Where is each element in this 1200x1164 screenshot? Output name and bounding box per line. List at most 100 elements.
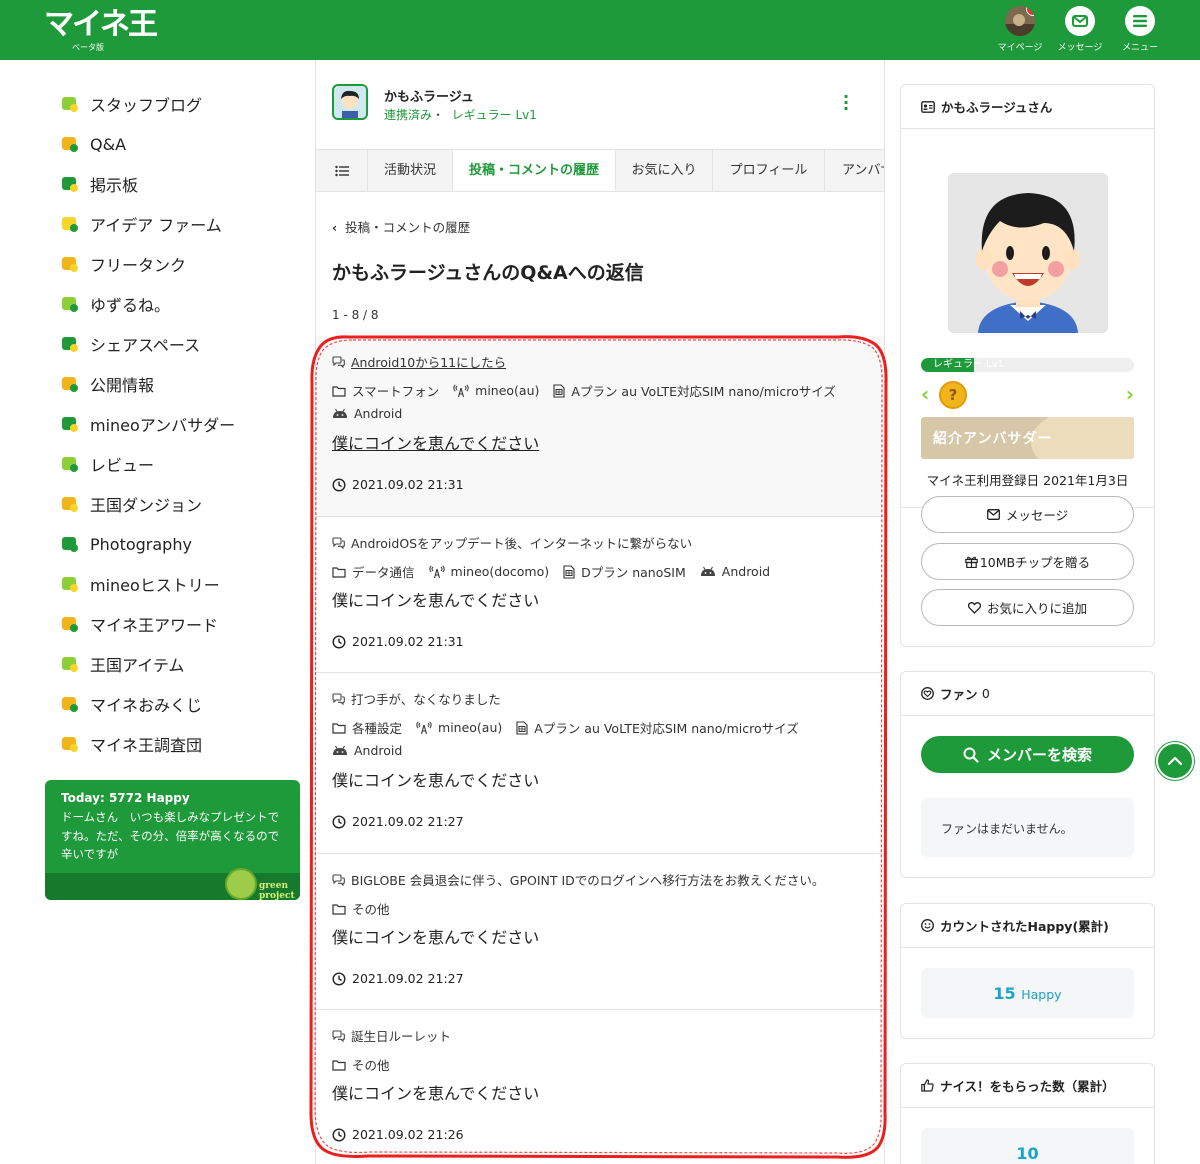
menu-nav[interactable]: メニュー [1110, 6, 1170, 53]
mystery-badge-icon[interactable]: ? [939, 381, 967, 409]
id-card-icon [921, 100, 935, 113]
green-project-label: green project [259, 881, 295, 900]
reply-body[interactable]: 僕にコインを恵んでください [332, 587, 539, 611]
category-tag[interactable]: スマートフォン [332, 381, 439, 400]
tab-favorites[interactable]: お気に入り [616, 150, 713, 191]
reply-question-title-text: BIGLOBE 会員退会に伴う、GPOINT IDでのログインへ移行方法をお教え… [351, 873, 825, 888]
user-avatar[interactable] [332, 84, 368, 120]
badge-carousel: ‹ ? › [921, 381, 1134, 409]
sidebar-item[interactable]: ゆずるね。 [60, 284, 300, 324]
carrier-tag[interactable]: mineo(au) [453, 383, 539, 398]
category-label: 各種設定 [352, 721, 403, 736]
sidebar-item[interactable]: mineoアンバサダー [60, 404, 300, 444]
registration-date: マイネ王利用登録日 2021年1月3日 [926, 473, 1129, 488]
reply-body[interactable]: 僕にコインを恵んでください [332, 1080, 539, 1104]
message-nav[interactable]: メッセージ [1050, 6, 1110, 53]
plan-tag[interactable]: Aプラン au VoLTE対応SIM nano/microサイズ [553, 381, 836, 400]
sidebar-item[interactable]: Photography [60, 524, 300, 564]
sidebar-item[interactable]: マイネおみくじ [60, 684, 300, 724]
sidebar-item[interactable]: 王国ダンジョン [60, 484, 300, 524]
category-tag[interactable]: データ通信 [332, 562, 415, 581]
rank-status[interactable]: レギュラー Lv1 [452, 108, 537, 122]
reply-time-text: 2021.09.02 21:31 [352, 634, 464, 649]
tab-activity[interactable]: 活動状況 [368, 150, 453, 191]
category-label: その他 [352, 1058, 390, 1073]
folder-icon [332, 566, 346, 578]
category-tag[interactable]: その他 [332, 1055, 390, 1074]
category-tag[interactable]: その他 [332, 899, 390, 918]
sim-card-icon [563, 564, 575, 579]
question-chat-icon [332, 1029, 345, 1042]
ambassador-badge[interactable]: 紹介アンバサダー [921, 417, 1134, 459]
sidebar-item[interactable]: 掲示板 [60, 164, 300, 204]
plan-tag[interactable]: Dプラン nanoSIM [563, 562, 686, 581]
sidebar-item[interactable]: スタッフブログ [60, 84, 300, 124]
ambassador-icon [60, 414, 80, 434]
os-tag[interactable]: Android [332, 406, 402, 421]
happy-banner[interactable]: Today: 5772 Happy ドームさん いつも楽しみなプレゼントですね。… [45, 780, 300, 900]
message-button[interactable]: メッセージ [921, 496, 1134, 533]
camera-icon [60, 534, 80, 554]
plan-label: Aプラン au VoLTE対応SIM nano/microサイズ [571, 384, 836, 399]
breadcrumb[interactable]: ‹ 投稿・コメントの履歴 [332, 217, 470, 236]
reply-body[interactable]: 僕にコインを恵んでください [332, 430, 539, 454]
reply-question-title[interactable]: 誕生日ルーレット [332, 1026, 451, 1045]
reply-timestamp: 2021.09.02 21:31 [332, 634, 464, 649]
idea-icon [60, 214, 80, 234]
sidebar-item[interactable]: マイネ王アワード [60, 604, 300, 644]
linked-status: 連携済み [384, 108, 433, 122]
reply-question-title[interactable]: Android10から11にしたら [332, 352, 506, 371]
gift-chip-button[interactable]: 10MBチップを贈る [921, 543, 1134, 580]
reply-question-title[interactable]: 打つ手が、なくなりました [332, 689, 501, 708]
nice-card-title: ナイス！をもらった数（累計） [940, 1079, 1115, 1094]
reply-timestamp: 2021.09.02 21:27 [332, 814, 464, 829]
category-tag[interactable]: 各種設定 [332, 718, 402, 737]
sidebar-item-label: スタッフブログ [90, 96, 203, 115]
search-icon [963, 747, 979, 763]
add-favorite-button[interactable]: お気に入りに追加 [921, 589, 1134, 626]
reply-item: 誕生日ルーレット その他 僕にコインを恵んでください 2021.09.02 21:26 [316, 1010, 884, 1164]
staff-blog-icon [60, 94, 80, 114]
sidebar-item[interactable]: 王国アイテム [60, 644, 300, 684]
carrier-tag[interactable]: mineo(docomo) [428, 564, 549, 579]
mypage-nav[interactable]: ! マイページ [990, 6, 1050, 53]
profile-avatar [948, 173, 1108, 333]
reply-tags: スマートフォン mineo(au) Aプラン au VoLTE対応SIM nano/… [332, 381, 850, 400]
sidebar-item[interactable]: アイデア ファーム [60, 204, 300, 244]
os-tag[interactable]: Android [332, 743, 402, 758]
sidebar-item[interactable]: 公開情報 [60, 364, 300, 404]
sidebar-item[interactable]: Q&A [60, 124, 300, 164]
category-label: データ通信 [352, 565, 415, 580]
tab-ambassador[interactable]: アンバサダー [825, 150, 884, 191]
plan-tag[interactable]: Aプラン au VoLTE対応SIM nano/microサイズ [516, 718, 799, 737]
tab-post-history[interactable]: 投稿・コメントの履歴 [453, 150, 616, 191]
survey-icon [60, 734, 80, 754]
smile-icon [921, 919, 934, 932]
carrier-tag[interactable]: mineo(au) [416, 720, 502, 735]
reply-body[interactable]: 僕にコインを恵んでください [332, 924, 539, 948]
breadcrumb-label: 投稿・コメントの履歴 [345, 220, 471, 235]
site-logo[interactable]: マイネ王 ベータ版 [44, 8, 158, 53]
tab-list-icon[interactable] [316, 150, 368, 191]
sidebar-item[interactable]: マイネ王調査団 [60, 724, 300, 764]
tab-profile[interactable]: プロフィール [713, 150, 825, 191]
review-icon [60, 454, 80, 474]
result-count: 1 - 8 / 8 [332, 308, 379, 322]
badge-next-icon[interactable]: › [1126, 381, 1134, 407]
more-options-icon[interactable]: · · · [842, 89, 850, 117]
sidebar-item[interactable]: シェアスペース [60, 324, 300, 364]
torii-icon [60, 694, 80, 714]
member-search-button[interactable]: メンバーを検索 [921, 736, 1134, 773]
os-tag[interactable]: Android [700, 564, 770, 579]
reply-question-title[interactable]: AndroidOSをアップデート後、インターネットに繋がらない [332, 533, 692, 552]
scroll-to-top-button[interactable] [1156, 742, 1194, 780]
os-label: Android [721, 564, 771, 579]
reply-question-title[interactable]: BIGLOBE 会員退会に伴う、GPOINT IDでのログインへ移行方法をお教え… [332, 870, 824, 889]
sidebar-item-label: アイデア ファーム [90, 216, 222, 235]
mypage-label: マイページ [997, 43, 1043, 53]
reply-body[interactable]: 僕にコインを恵んでください [332, 767, 539, 791]
sidebar-item[interactable]: フリータンク [60, 244, 300, 284]
sidebar-item[interactable]: レビュー [60, 444, 300, 484]
badge-prev-icon[interactable]: ‹ [921, 381, 929, 407]
sidebar-item[interactable]: mineoヒストリー [60, 564, 300, 604]
